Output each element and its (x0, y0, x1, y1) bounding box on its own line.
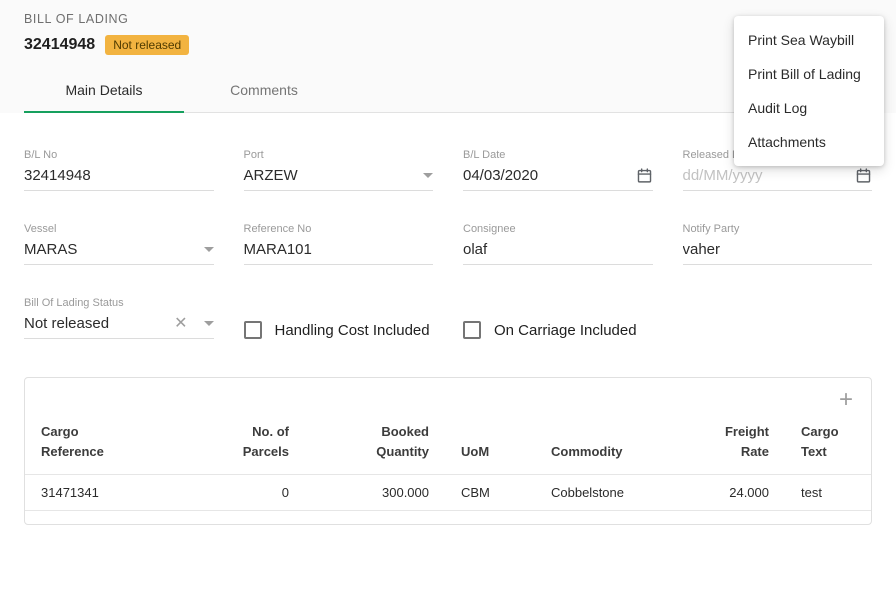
vessel-select[interactable]: MARAS (24, 239, 214, 265)
vessel-value: MARAS (24, 241, 198, 258)
menu-item-print-bill-of-lading[interactable]: Print Bill of Lading (734, 57, 884, 91)
chevron-down-icon[interactable] (423, 173, 433, 178)
clear-icon[interactable]: ✕ (174, 316, 187, 332)
col-cargo-text: CargoText (785, 412, 871, 475)
port-value: ARZEW (244, 167, 418, 184)
bl-no-label: B/L No (24, 149, 214, 161)
bl-no-input[interactable] (24, 167, 214, 184)
col-commodity: Commodity (535, 412, 695, 475)
col-freight-rate: FreightRate (695, 412, 785, 475)
cell-booked-quantity: 300.000 (305, 475, 445, 511)
cell-cargo-reference: 31471341 (25, 475, 225, 511)
consignee-field: Consignee (463, 223, 653, 265)
status-select[interactable]: Not released ✕ (24, 313, 214, 339)
bl-number: 32414948 (24, 36, 95, 54)
port-select[interactable]: ARZEW (244, 165, 434, 191)
bl-date-field: B/L Date (463, 149, 653, 191)
released-date-input[interactable] (683, 167, 850, 184)
menu-item-audit-log[interactable]: Audit Log (734, 91, 884, 125)
reference-no-label: Reference No (244, 223, 434, 235)
reference-no-input[interactable] (244, 241, 434, 258)
on-carriage-checkbox[interactable]: On Carriage Included (463, 321, 653, 339)
notify-party-field: Notify Party (683, 223, 873, 265)
checkbox-icon[interactable] (463, 321, 481, 339)
vessel-field: Vessel MARAS (24, 223, 214, 265)
tab-main-details[interactable]: Main Details (24, 69, 184, 112)
menu-item-print-sea-waybill[interactable]: Print Sea Waybill (734, 23, 884, 57)
cell-cargo-text: test (785, 475, 871, 511)
status-label: Bill Of Lading Status (24, 297, 214, 309)
bl-date-input[interactable] (463, 167, 630, 184)
reference-no-field: Reference No (244, 223, 434, 265)
status-badge: Not released (105, 35, 189, 55)
col-uom: UoM (445, 412, 535, 475)
notify-party-input[interactable] (683, 241, 873, 258)
col-booked-quantity: BookedQuantity (305, 412, 445, 475)
handling-cost-label: Handling Cost Included (275, 322, 430, 339)
cell-no-of-parcels: 0 (225, 475, 305, 511)
cargo-table-row[interactable]: 31471341 0 300.000 CBM Cobbelstone 24.00… (25, 475, 871, 511)
cell-commodity: Cobbelstone (535, 475, 695, 511)
cargo-table: CargoReference No. ofParcels BookedQuant… (25, 412, 871, 511)
on-carriage-label: On Carriage Included (494, 322, 637, 339)
cell-uom: CBM (445, 475, 535, 511)
col-cargo-reference: CargoReference (25, 412, 225, 475)
handling-cost-checkbox[interactable]: Handling Cost Included (244, 321, 434, 339)
col-no-of-parcels: No. ofParcels (225, 412, 305, 475)
cargo-table-header-row: CargoReference No. ofParcels BookedQuant… (25, 412, 871, 475)
context-menu: Print Sea Waybill Print Bill of Lading A… (734, 16, 884, 166)
chevron-down-icon[interactable] (204, 247, 214, 252)
vessel-label: Vessel (24, 223, 214, 235)
bl-no-field: B/L No (24, 149, 214, 191)
notify-party-label: Notify Party (683, 223, 873, 235)
port-label: Port (244, 149, 434, 161)
chevron-down-icon[interactable] (204, 321, 214, 326)
status-value: Not released (24, 315, 168, 332)
checkbox-icon[interactable] (244, 321, 262, 339)
calendar-icon[interactable] (636, 167, 653, 184)
calendar-icon[interactable] (855, 167, 872, 184)
bl-date-label: B/L Date (463, 149, 653, 161)
consignee-label: Consignee (463, 223, 653, 235)
bill-of-lading-page: BILL OF LADING 32414948 Not released Mai… (0, 0, 896, 599)
cargo-card: + CargoReference No. ofParcels BookedQua… (24, 377, 872, 525)
cell-freight-rate: 24.000 (695, 475, 785, 511)
menu-item-attachments[interactable]: Attachments (734, 125, 884, 159)
add-cargo-button[interactable]: + (839, 390, 853, 410)
port-field: Port ARZEW (244, 149, 434, 191)
tab-comments[interactable]: Comments (184, 69, 344, 112)
consignee-input[interactable] (463, 241, 653, 258)
status-field: Bill Of Lading Status Not released ✕ (24, 297, 214, 339)
